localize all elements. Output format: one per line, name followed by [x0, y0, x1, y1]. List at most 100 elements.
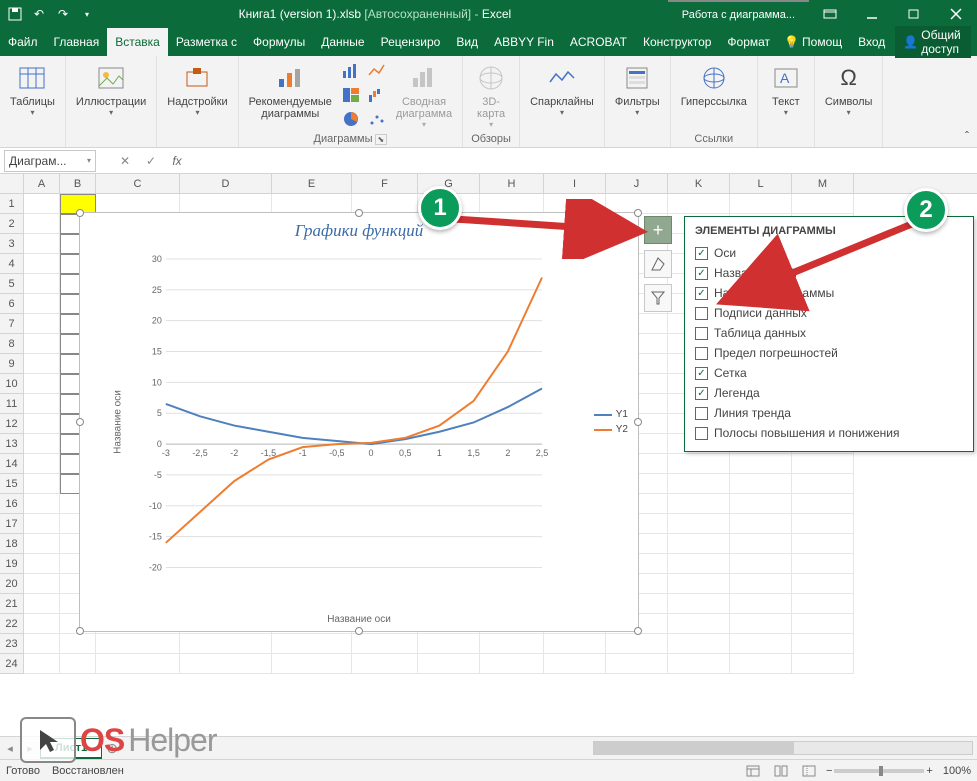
row-header[interactable]: 10 — [0, 374, 24, 394]
tab-формат[interactable]: Формат — [719, 28, 778, 56]
scatter-chart-icon[interactable] — [366, 108, 388, 130]
column-header[interactable]: M — [792, 174, 854, 193]
zoom-level[interactable]: 100% — [943, 765, 971, 777]
chart-element-option[interactable]: Полосы повышения и понижения — [695, 423, 963, 443]
tab-abbyy fin[interactable]: ABBYY Fin — [486, 28, 562, 56]
row-header[interactable]: 11 — [0, 394, 24, 414]
row-header[interactable]: 7 — [0, 314, 24, 334]
sheet-nav-next[interactable]: ▸ — [20, 742, 40, 755]
column-header[interactable]: E — [272, 174, 352, 193]
minimize-button[interactable] — [851, 0, 893, 28]
chart-element-option[interactable]: ✓Оси — [695, 243, 963, 263]
row-header[interactable]: 1 — [0, 194, 24, 214]
redo-button[interactable]: ↷ — [52, 3, 74, 25]
maximize-button[interactable] — [893, 0, 935, 28]
tab-конструктор[interactable]: Конструктор — [635, 28, 719, 56]
chart-styles-button[interactable] — [644, 250, 672, 278]
worksheet-grid[interactable]: ABCDEFGHIJKLM 12345678910111213141516171… — [0, 174, 977, 736]
page-break-view-button[interactable] — [798, 762, 820, 780]
chart-element-option[interactable]: ✓Сетка — [695, 363, 963, 383]
row-header[interactable]: 4 — [0, 254, 24, 274]
row-header[interactable]: 13 — [0, 434, 24, 454]
page-layout-view-button[interactable] — [770, 762, 792, 780]
cancel-formula-button[interactable]: ✕ — [114, 150, 136, 172]
name-box[interactable]: Диаграм...▾ — [4, 150, 96, 172]
pie-chart-icon[interactable] — [340, 108, 362, 130]
symbols-button[interactable]: Ω Символы▾ — [821, 60, 877, 119]
sheet-nav-prev[interactable]: ◂ — [0, 742, 20, 755]
collapse-ribbon-button[interactable]: ˆ — [957, 56, 977, 147]
column-header[interactable]: F — [352, 174, 418, 193]
tell-me-input[interactable]: 💡 Помощ — [778, 35, 848, 49]
chart-plot-area[interactable]: -20-15-10-5051015202530-3-2,5-2-1,5-1-0,… — [130, 253, 548, 591]
formula-input[interactable] — [192, 151, 973, 171]
addins-button[interactable]: Надстройки▾ — [163, 60, 231, 119]
row-header[interactable]: 23 — [0, 634, 24, 654]
3d-map-button[interactable]: 3D- карта▾ — [469, 60, 513, 131]
illustrations-button[interactable]: Иллюстрации▾ — [72, 60, 150, 119]
row-header[interactable]: 12 — [0, 414, 24, 434]
column-header[interactable]: D — [180, 174, 272, 193]
waterfall-chart-icon[interactable] — [366, 84, 388, 106]
row-header[interactable]: 5 — [0, 274, 24, 294]
chart-title[interactable]: Графики функций — [80, 213, 638, 241]
row-header[interactable]: 20 — [0, 574, 24, 594]
zoom-out-button[interactable]: − — [826, 765, 832, 777]
ribbon-display-button[interactable] — [809, 0, 851, 28]
horizontal-scrollbar[interactable] — [122, 741, 977, 755]
column-header[interactable]: H — [480, 174, 544, 193]
column-header[interactable]: J — [606, 174, 668, 193]
text-button[interactable]: A Текст▾ — [764, 60, 808, 119]
zoom-in-button[interactable]: + — [926, 765, 932, 777]
column-header[interactable]: I — [544, 174, 606, 193]
undo-button[interactable]: ↶ — [28, 3, 50, 25]
chart-legend[interactable]: Y1 Y2 — [594, 405, 628, 439]
recommended-charts-button[interactable]: Рекомендуемые диаграммы — [245, 60, 336, 122]
column-header[interactable]: K — [668, 174, 730, 193]
tables-button[interactable]: Таблицы▾ — [6, 60, 59, 119]
column-chart-icon[interactable] — [340, 60, 362, 82]
y-axis-label[interactable]: Название оси — [112, 390, 123, 454]
chart-element-option[interactable]: Линия тренда — [695, 403, 963, 423]
filters-button[interactable]: Фильтры▾ — [611, 60, 664, 119]
tab-разметка с[interactable]: Разметка с — [168, 28, 245, 56]
normal-view-button[interactable] — [742, 762, 764, 780]
column-header[interactable]: A — [24, 174, 60, 193]
tab-вид[interactable]: Вид — [448, 28, 486, 56]
row-header[interactable]: 2 — [0, 214, 24, 234]
embedded-chart[interactable]: Графики функций -20-15-10-5051015202530-… — [79, 212, 639, 632]
tab-acrobat[interactable]: ACROBAT — [562, 28, 635, 56]
chart-element-option[interactable]: ✓Названия осей — [695, 263, 963, 283]
share-button[interactable]: 👤 Общий доступ — [895, 26, 971, 58]
row-header[interactable]: 17 — [0, 514, 24, 534]
chart-element-option[interactable]: Таблица данных — [695, 323, 963, 343]
tab-формулы[interactable]: Формулы — [245, 28, 313, 56]
row-header[interactable]: 15 — [0, 474, 24, 494]
row-header[interactable]: 8 — [0, 334, 24, 354]
chart-filters-button[interactable] — [644, 284, 672, 312]
row-header[interactable]: 3 — [0, 234, 24, 254]
tab-file[interactable]: Файл — [0, 28, 46, 56]
pivot-chart-button[interactable]: Сводная диаграмма▾ — [392, 60, 456, 131]
qat-customize-icon[interactable]: ▾ — [76, 3, 98, 25]
accept-formula-button[interactable]: ✓ — [140, 150, 162, 172]
tab-данные[interactable]: Данные — [313, 28, 372, 56]
zoom-slider[interactable] — [834, 769, 924, 773]
hierarchy-chart-icon[interactable] — [340, 84, 362, 106]
chart-elements-button[interactable]: + — [644, 216, 672, 244]
row-header[interactable]: 24 — [0, 654, 24, 674]
row-header[interactable]: 9 — [0, 354, 24, 374]
column-header[interactable]: B — [60, 174, 96, 193]
row-header[interactable]: 16 — [0, 494, 24, 514]
save-button[interactable] — [4, 3, 26, 25]
tab-главная[interactable]: Главная — [46, 28, 108, 56]
tab-рецензиро[interactable]: Рецензиро — [373, 28, 449, 56]
column-header[interactable]: L — [730, 174, 792, 193]
new-sheet-button[interactable]: ⊕ — [102, 740, 122, 757]
signin-button[interactable]: Вход — [852, 35, 891, 49]
hyperlink-button[interactable]: Гиперссылка — [677, 60, 751, 110]
row-header[interactable]: 14 — [0, 454, 24, 474]
row-header[interactable]: 22 — [0, 614, 24, 634]
x-axis-label[interactable]: Название оси — [327, 614, 391, 625]
chart-element-option[interactable]: ✓Легенда — [695, 383, 963, 403]
